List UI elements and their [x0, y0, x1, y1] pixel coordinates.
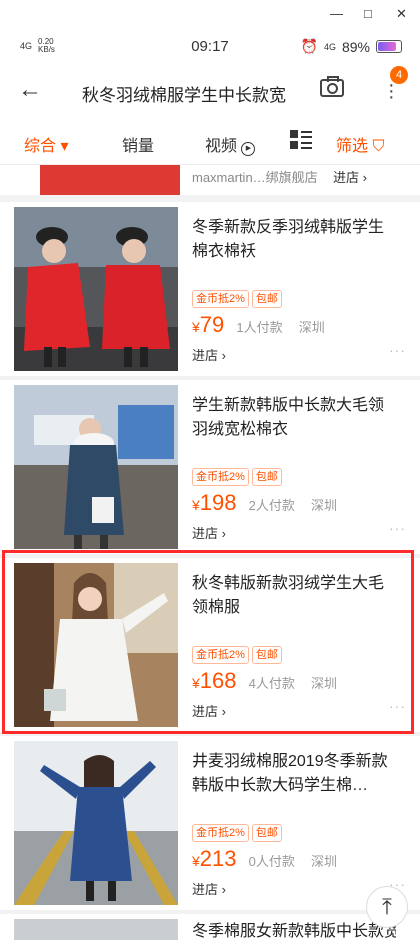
back-arrow-icon[interactable]: ← [18, 76, 42, 104]
product-title[interactable]: 冬季新款反季羽绒韩版学生棉衣棉袄 [192, 216, 396, 264]
list-item[interactable]: 学生新款韩版中长款大毛领羽绒宽松棉衣 金币抵2% 包邮 ¥198 2人付款 深圳… [0, 380, 420, 554]
product-tags: 金币抵2% 包邮 [192, 646, 282, 664]
enter-shop-link[interactable]: 进店 › [192, 523, 226, 542]
free-shipping-tag: 包邮 [251, 824, 282, 842]
product-thumbnail[interactable] [14, 207, 178, 371]
list-item[interactable]: 井麦羽绒棉服2019冬季新款韩版中长款大码学生棉… 金币抵2% 包邮 ¥213 … [0, 736, 420, 910]
currency-symbol: ¥ [192, 853, 200, 869]
product-title[interactable]: 学生新款韩版中长款大毛领羽绒宽松棉衣 [192, 394, 396, 442]
close-button[interactable]: ✕ [396, 6, 407, 22]
coin-discount-tag: 金币抵2% [192, 824, 249, 842]
free-shipping-tag: 包邮 [251, 646, 282, 664]
location: 深圳 [311, 498, 338, 513]
play-icon: ▶ [241, 142, 256, 156]
product-price: ¥213 0人付款 深圳 [192, 846, 337, 872]
enter-shop-link[interactable]: 进店 › [192, 879, 226, 898]
scroll-to-top-button[interactable]: ⤒ [366, 886, 408, 928]
search-header: ← 秋冬羽绒棉服学生中长款宽 · · · 4 [0, 66, 420, 118]
search-query[interactable]: 秋冬羽绒棉服学生中长款宽 [82, 81, 292, 106]
tab-comprehensive[interactable]: 综合 ▾ [24, 132, 68, 156]
battery-percent: 89% [341, 38, 370, 55]
filter-bar: 综合 ▾ 销量 视频 ▶ 筛选 ⛉ [0, 118, 420, 165]
minimize-button[interactable]: — [330, 6, 343, 21]
free-shipping-tag: 包邮 [251, 290, 282, 308]
product-price: ¥168 4人付款 深圳 [192, 668, 337, 694]
search-input[interactable]: 秋冬羽绒棉服学生中长款宽 [66, 74, 366, 108]
product-tags: 金币抵2% 包邮 [192, 290, 282, 308]
currency-symbol: ¥ [192, 319, 200, 335]
product-thumbnail[interactable] [40, 165, 180, 195]
shop-name: maxmartin…绑旗舰店 [192, 170, 318, 185]
layout-toggle-icon[interactable] [290, 130, 312, 150]
coin-discount-tag: 金币抵2% [192, 290, 249, 308]
battery-icon [376, 40, 402, 53]
product-title[interactable]: 井麦羽绒棉服2019冬季新款韩版中长款大码学生棉… [192, 750, 396, 798]
status-bar: 4G 0.20 KB/s 09:17 ⏰ 4G 89% [0, 30, 420, 66]
free-shipping-tag: 包邮 [251, 468, 282, 486]
price-value: 79 [199, 312, 225, 337]
funnel-icon: ⛉ [372, 138, 385, 155]
list-item[interactable]: 冬季新款反季羽绒韩版学生棉衣棉袄 金币抵2% 包邮 ¥79 1人付款 深圳 进店… [0, 202, 420, 376]
location: 深圳 [298, 320, 325, 335]
product-tags: 金币抵2% 包邮 [192, 468, 282, 486]
more-options-icon[interactable]: ··· [389, 698, 406, 714]
filter-label: 筛选 [336, 138, 369, 155]
tab-video-label: 视频 [205, 138, 238, 155]
product-price: ¥198 2人付款 深圳 [192, 490, 337, 516]
price-value: 213 [199, 846, 237, 871]
coin-discount-tag: 金币抵2% [192, 468, 249, 486]
more-options-icon[interactable]: ··· [389, 520, 406, 536]
product-tags: 金币抵2% 包邮 [192, 824, 282, 842]
tab-sales[interactable]: 销量 [122, 132, 154, 156]
enter-shop-link[interactable]: 进店 › [333, 167, 367, 186]
maximize-button[interactable]: □ [364, 6, 372, 21]
list-item[interactable]: maxmartin…绑旗舰店 进店 › [0, 165, 420, 195]
location: 深圳 [311, 854, 338, 869]
price-value: 168 [199, 668, 237, 693]
price-value: 198 [199, 490, 237, 515]
buyer-count: 2人付款 [248, 498, 295, 513]
enter-shop-link[interactable]: 进店 › [192, 345, 226, 364]
alarm-icon: ⏰ [300, 38, 318, 54]
filter-button[interactable]: 筛选 ⛉ [336, 132, 384, 156]
location: 深圳 [311, 676, 338, 691]
tab-video[interactable]: 视频 ▶ [205, 132, 256, 156]
more-options-icon[interactable]: ··· [389, 342, 406, 358]
enter-shop-link[interactable]: 进店 › [192, 701, 226, 720]
product-thumbnail[interactable] [14, 563, 178, 727]
product-list: maxmartin…绑旗舰店 进店 › 冬季新款反季羽绒韩版学生棉衣棉袄 金币抵… [0, 165, 420, 940]
window-title-bar: — □ ✕ [0, 0, 420, 31]
notification-badge: 4 [390, 66, 408, 84]
product-thumbnail[interactable] [14, 385, 178, 549]
battery-fill [378, 42, 396, 51]
camera-icon[interactable] [320, 76, 344, 97]
buyer-count: 0人付款 [248, 854, 295, 869]
list-item[interactable]: 秋冬韩版新款羽绒学生大毛领棉服 金币抵2% 包邮 ¥168 4人付款 深圳 进店… [0, 558, 420, 732]
currency-symbol: ¥ [192, 497, 200, 513]
more-menu-icon[interactable]: · · · [388, 75, 395, 107]
product-thumbnail[interactable] [14, 741, 178, 905]
buyer-count: 1人付款 [236, 320, 283, 335]
product-title[interactable]: 秋冬韩版新款羽绒学生大毛领棉服 [192, 572, 396, 620]
network-type: 4G [323, 41, 336, 52]
buyer-count: 4人付款 [248, 676, 295, 691]
product-title[interactable]: 冬季棉服女新款韩版中长款宽 [192, 920, 396, 940]
product-thumbnail[interactable] [14, 919, 178, 940]
currency-symbol: ¥ [192, 675, 200, 691]
product-price: ¥79 1人付款 深圳 [192, 312, 325, 338]
list-item[interactable]: 冬季棉服女新款韩版中长款宽 [0, 914, 420, 940]
coin-discount-tag: 金币抵2% [192, 646, 249, 664]
